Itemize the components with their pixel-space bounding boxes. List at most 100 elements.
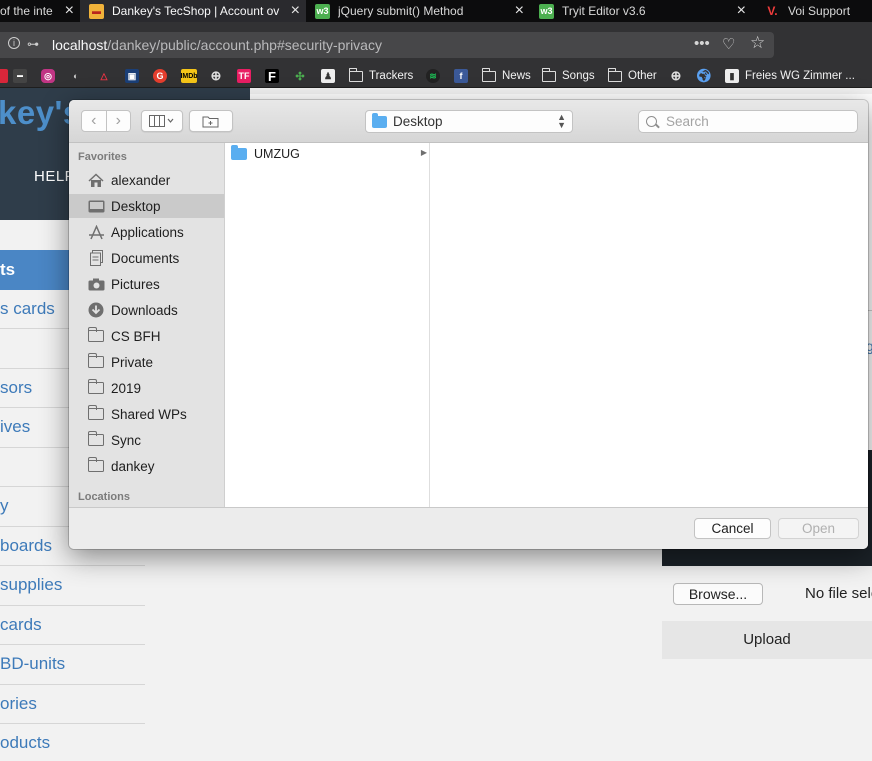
browser-tab-active[interactable]: ▬ Dankey's TecShop | Account ov × <box>80 0 306 22</box>
sidebar-item-downloads[interactable]: Downloads <box>69 298 224 322</box>
documents-icon <box>87 250 105 266</box>
browser-tab[interactable]: w3 jQuery submit() Method × <box>308 0 530 22</box>
sidebar-item-label: CS BFH <box>111 328 161 344</box>
file-row-umzug[interactable]: UMZUG ▶ <box>225 145 429 163</box>
sidebar-item-private[interactable]: Private <box>69 350 224 374</box>
file-name: UMZUG <box>254 147 300 161</box>
close-tab-icon[interactable]: × <box>737 2 746 20</box>
bookmark-icon[interactable]: △ <box>97 68 111 84</box>
sidebar-item-cs-bfh[interactable]: CS BFH <box>69 324 224 348</box>
browser-tab[interactable]: of the inte × <box>0 0 78 22</box>
desktop-icon <box>87 198 105 214</box>
sidebar-item-desktop[interactable]: Desktop <box>69 194 224 218</box>
category-item[interactable]: supplies <box>0 566 145 606</box>
bookmark-icon[interactable]: ▣ <box>125 68 139 84</box>
bookmark-icon[interactable] <box>0 68 8 84</box>
cancel-button[interactable]: Cancel <box>694 518 771 539</box>
url-text[interactable]: localhost/dankey/public/account.php#secu… <box>52 37 382 53</box>
open-button[interactable]: Open <box>778 518 859 539</box>
back-forward-buttons: ‹ › <box>81 110 131 132</box>
bookmark-folder[interactable]: Songs <box>542 67 595 84</box>
more-icon[interactable]: ••• <box>694 35 710 52</box>
folder-icon <box>87 405 104 420</box>
category-item[interactable]: BD-units <box>0 645 145 685</box>
sidebar-item-label: Private <box>111 354 154 370</box>
tab-title: Tryit Editor v3.6 <box>562 4 646 18</box>
folder-icon <box>87 457 104 472</box>
new-folder-button[interactable] <box>189 110 233 132</box>
instagram-icon[interactable]: ◎ <box>41 68 55 84</box>
search-input[interactable] <box>666 114 846 129</box>
search-icon <box>646 116 657 127</box>
sidebar-item-2019[interactable]: 2019 <box>69 376 224 400</box>
file-open-dialog: ‹ › Desktop ▲ ▼ Search Favorites alexand… <box>69 100 868 549</box>
spotify-icon[interactable]: ≋ <box>426 68 440 84</box>
dialog-sidebar: Favorites alexander Desktop Applications… <box>69 143 225 507</box>
close-tab-icon[interactable]: × <box>515 2 524 20</box>
wg-icon: ▮ <box>725 69 739 83</box>
bookmark-icon[interactable]: ♟ <box>321 68 335 84</box>
w3schools-favicon-icon: w3 <box>539 3 554 19</box>
sidebar-item-label: alexander <box>111 172 171 188</box>
sidebar-item-label: Shared WPs <box>111 406 187 422</box>
sidebar-item-pictures[interactable]: Pictures <box>69 272 224 296</box>
browser-tab[interactable]: w3 Tryit Editor v3.6 × <box>532 0 752 22</box>
sidebar-item-applications[interactable]: Applications <box>69 220 224 244</box>
preview-column <box>430 143 868 507</box>
close-tab-icon[interactable]: × <box>291 2 300 20</box>
forward-arrow-icon[interactable]: › <box>105 111 131 131</box>
star-icon[interactable]: ☆ <box>750 33 765 53</box>
upload-button[interactable]: Upload <box>662 621 872 659</box>
dialog-footer: Cancel Open <box>69 507 868 549</box>
bookmark-folder[interactable]: Other <box>608 67 657 84</box>
new-folder-icon <box>202 116 219 128</box>
no-file-label: No file sele <box>805 585 872 602</box>
globe-icon[interactable]: ⊕ <box>669 68 683 84</box>
sidebar-item-documents[interactable]: Documents <box>69 246 224 270</box>
sidebar-item-label: Sync <box>111 432 142 448</box>
folder-icon <box>87 327 104 342</box>
bookmark-icon[interactable]: 🌍︎ <box>696 68 713 84</box>
view-mode-button[interactable] <box>141 110 183 132</box>
sidebar-item-shared-wps[interactable]: Shared WPs <box>69 402 224 426</box>
back-arrow-icon[interactable]: ‹ <box>82 111 106 131</box>
sidebar-item-alexander[interactable]: alexander <box>69 168 224 192</box>
browse-button[interactable]: Browse... <box>673 583 763 605</box>
dialog-toolbar: ‹ › Desktop ▲ ▼ <box>69 100 868 143</box>
folder-icon <box>87 353 104 368</box>
bookmark-icon[interactable]: ◐ <box>69 68 83 84</box>
facebook-icon[interactable]: f <box>454 68 468 84</box>
category-item[interactable]: cards <box>0 606 145 645</box>
bookmark-folder[interactable]: Trackers <box>349 67 413 84</box>
url-bar[interactable]: i ⊶ localhost/dankey/public/account.php#… <box>0 32 774 58</box>
bookmark-icon[interactable]: TF <box>237 68 251 84</box>
folder-icon <box>87 379 104 394</box>
sidebar-item-label: Applications <box>111 224 184 240</box>
category-item[interactable]: ories <box>0 685 145 724</box>
voi-favicon-icon: V. <box>767 4 778 18</box>
pocket-icon[interactable]: ♡ <box>722 35 735 53</box>
site-info-icon[interactable]: i <box>8 37 20 49</box>
location-popup[interactable]: Desktop ▲ ▼ <box>365 110 573 133</box>
bookmark-icon[interactable]: G <box>153 68 167 84</box>
category-item[interactable]: oducts <box>0 724 145 761</box>
w3schools-favicon-icon: w3 <box>315 3 330 19</box>
key-icon[interactable]: ⊶ <box>27 37 39 51</box>
bookmark-icon[interactable]: ✣ <box>293 68 307 84</box>
bookmark-folder[interactable]: News <box>482 67 531 84</box>
sidebar-item-label: Documents <box>111 250 180 266</box>
globe-icon[interactable]: ⊕ <box>209 68 223 84</box>
bookmark-icon[interactable]: ▬ <box>13 68 27 84</box>
sidebar-item-label: dankey <box>111 458 155 474</box>
imdb-icon[interactable]: IMDb <box>180 68 198 84</box>
folder-icon <box>482 67 496 82</box>
sidebar-item-dankey[interactable]: dankey <box>69 454 224 478</box>
sidebar-item-label: Desktop <box>111 198 161 214</box>
location-label: Desktop <box>393 114 443 129</box>
bookmark-item[interactable]: ▮ Freies WG Zimmer ... <box>725 68 855 84</box>
sidebar-item-sync[interactable]: Sync <box>69 428 224 452</box>
search-field[interactable] <box>638 110 858 133</box>
close-tab-icon[interactable]: × <box>65 2 74 20</box>
bookmark-icon[interactable]: F <box>265 68 279 84</box>
browser-tab[interactable]: V. Voi Support <box>756 0 872 22</box>
